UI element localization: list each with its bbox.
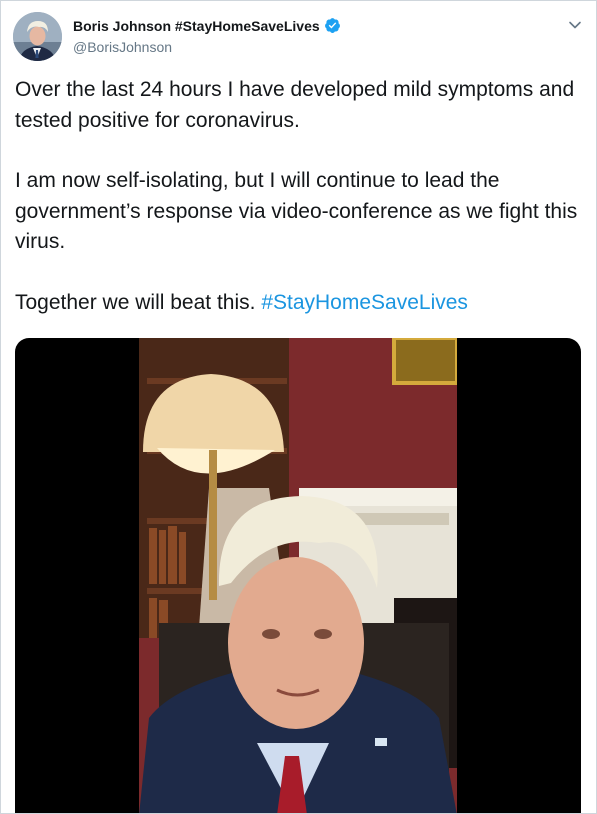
video-frame-icon xyxy=(139,338,457,813)
video-player[interactable] xyxy=(139,338,457,813)
tweet-paragraph: Together we will beat this. #StayHomeSav… xyxy=(15,288,584,319)
author-names: Boris Johnson #StayHomeSaveLives @BorisJ… xyxy=(73,17,341,55)
tweet-paragraph: I am now self-isolating, but I will cont… xyxy=(15,166,584,258)
hashtag-link[interactable]: #StayHomeSaveLives xyxy=(261,291,468,314)
paragraph-text: I am now self-isolating, but I will cont… xyxy=(15,169,578,253)
chevron-down-icon[interactable] xyxy=(568,18,582,32)
display-name[interactable]: Boris Johnson #StayHomeSaveLives xyxy=(73,18,320,34)
author-avatar[interactable] xyxy=(13,12,62,61)
author-handle[interactable]: @BorisJohnson xyxy=(73,39,341,55)
display-name-row: Boris Johnson #StayHomeSaveLives xyxy=(73,17,341,34)
avatar-photo-icon xyxy=(13,12,62,61)
tweet-paragraph: Over the last 24 hours I have developed … xyxy=(15,75,584,136)
verified-badge-icon xyxy=(324,18,340,33)
tweet-media[interactable] xyxy=(15,338,581,813)
tweet-header: Boris Johnson #StayHomeSaveLives @BorisJ… xyxy=(13,12,584,62)
paragraph-text: Over the last 24 hours I have developed … xyxy=(15,78,575,132)
tweet-text: Over the last 24 hours I have developed … xyxy=(15,75,584,318)
paragraph-text: Together we will beat this. xyxy=(15,290,256,314)
tweet-card: Boris Johnson #StayHomeSaveLives @BorisJ… xyxy=(0,0,597,814)
